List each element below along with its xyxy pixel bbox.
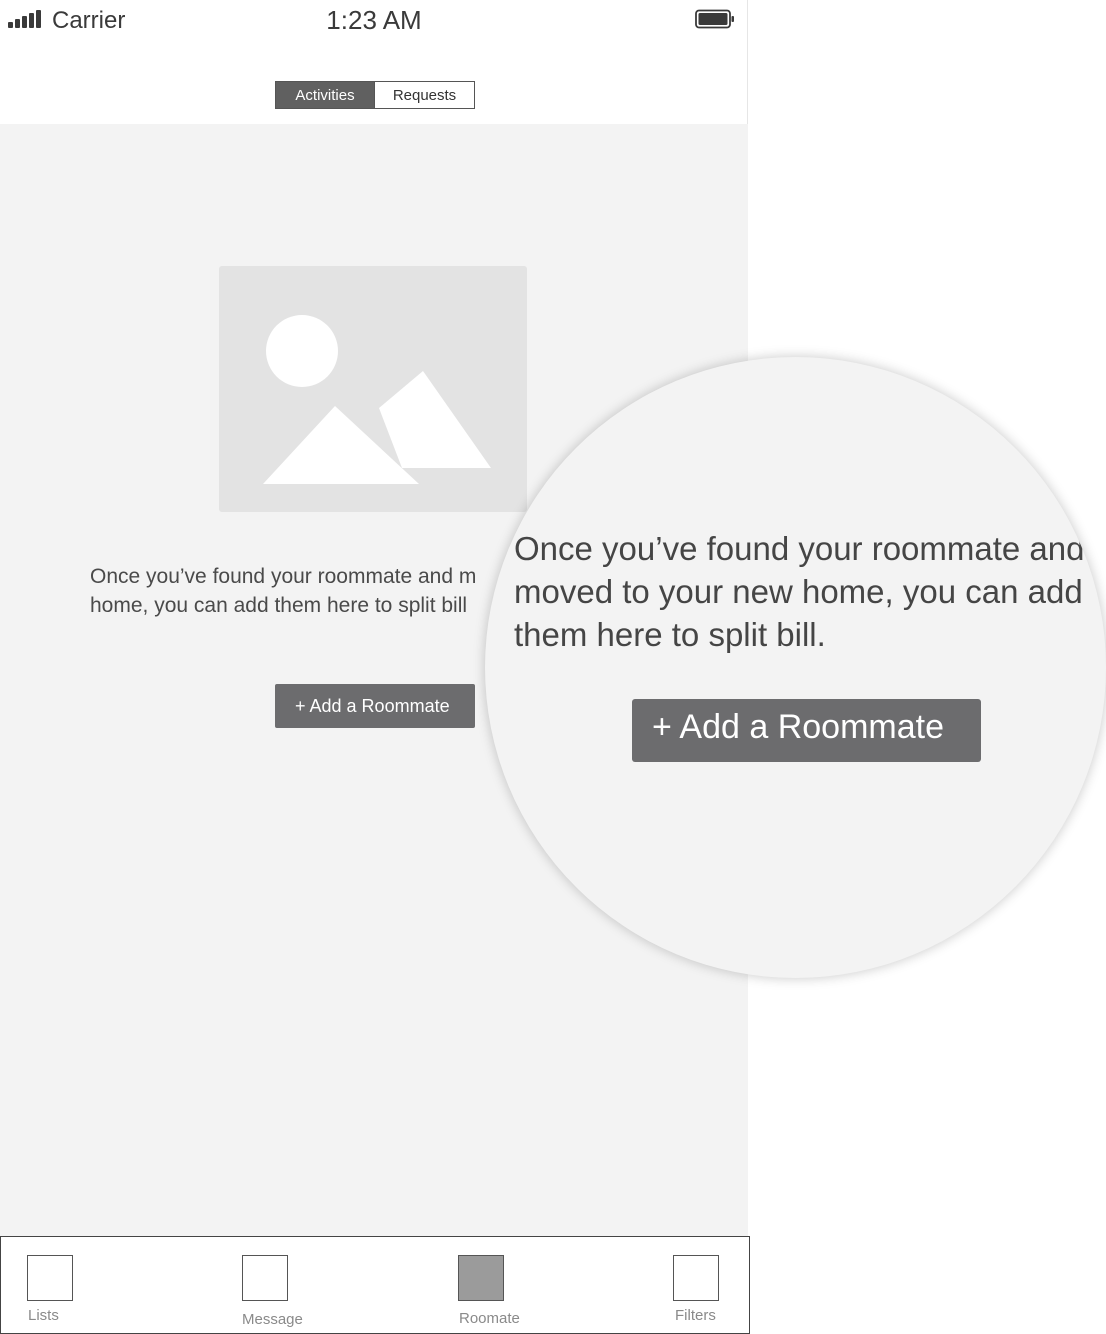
tab-label-roomate: Roomate xyxy=(459,1310,520,1327)
magnified-add-roommate-button[interactable]: + Add a Roommate xyxy=(632,699,981,762)
magnified-message: Once you’ve found your roommate and move… xyxy=(514,527,1106,656)
add-roommate-button[interactable]: + Add a Roommate xyxy=(275,684,475,728)
battery-full-icon xyxy=(695,9,734,29)
tab-label-lists: Lists xyxy=(28,1307,59,1324)
status-bar: Carrier 1:23 AM xyxy=(0,0,748,40)
magnifier-callout: Once you’ve found your roommate and move… xyxy=(485,357,1106,978)
tab-label-message: Message xyxy=(242,1311,303,1328)
tab-label-filters: Filters xyxy=(675,1307,716,1324)
tab-filters[interactable]: Filters xyxy=(673,1237,743,1333)
square-outline-icon xyxy=(673,1255,719,1301)
activities-requests-segmented-control: Activities Requests xyxy=(275,81,475,109)
segment-activities[interactable]: Activities xyxy=(276,82,374,108)
magnified-line-1: Once you’ve found your roommate and xyxy=(514,530,1085,567)
magnified-line-3: them here to split bill. xyxy=(514,616,826,653)
segment-requests[interactable]: Requests xyxy=(374,82,474,108)
square-filled-icon xyxy=(458,1255,504,1301)
tab-roomate[interactable]: Roomate xyxy=(458,1237,528,1333)
magnified-line-2: moved to your new home, you can add xyxy=(514,573,1083,610)
square-outline-icon xyxy=(242,1255,288,1301)
tab-message[interactable]: Message xyxy=(242,1237,312,1333)
tab-lists[interactable]: Lists xyxy=(27,1237,97,1333)
tab-bar: Lists Message Roomate Filters xyxy=(0,1236,750,1334)
square-outline-icon xyxy=(27,1255,73,1301)
status-time: 1:23 AM xyxy=(326,5,422,35)
image-placeholder xyxy=(219,266,527,512)
image-placeholder-icon xyxy=(263,315,491,484)
